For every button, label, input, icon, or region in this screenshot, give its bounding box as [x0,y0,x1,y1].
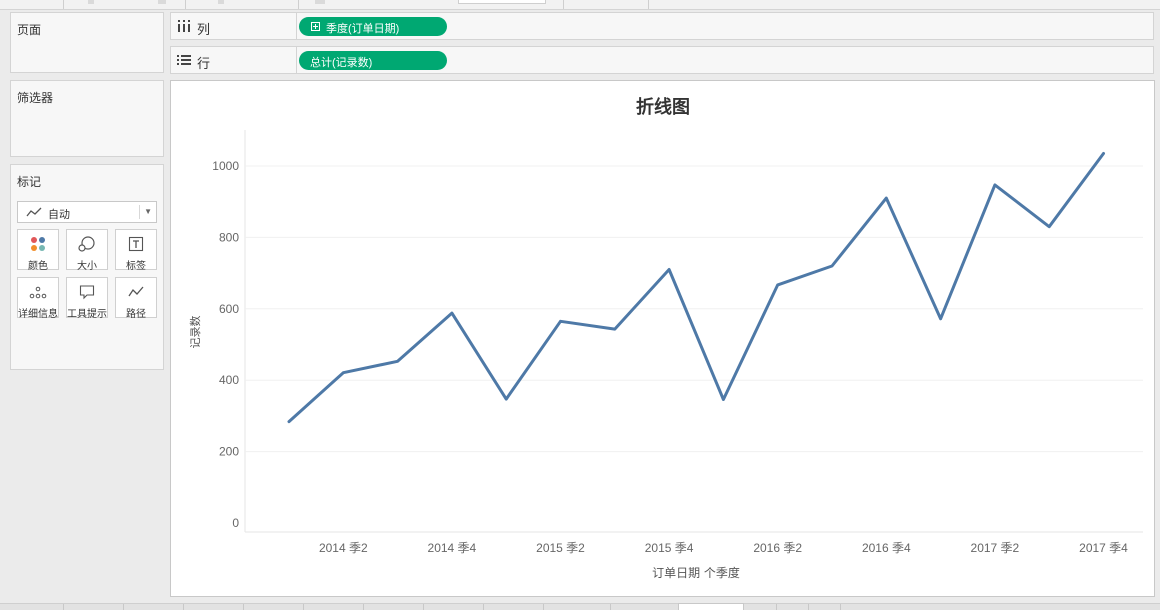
x-tick-label: 2014 季2 [319,541,368,555]
pages-title: 页面 [17,23,42,37]
label-button-label: 标签 [126,261,146,272]
rows-shelf-label: 行 [197,56,211,71]
expand-plus-icon[interactable] [311,22,320,31]
tooltip-button-label: 工具提示 [67,309,107,320]
x-tick-label: 2016 季4 [862,541,911,555]
marks-panel: 标记 自动 ▼ 颜色 大小 标签 详细信息 工具提示 路径 [10,164,164,370]
size-button[interactable]: 大小 [66,229,108,272]
toolbar-button[interactable] [315,0,325,4]
y-tick-label: 200 [219,445,239,459]
label-button[interactable]: 标签 [115,229,157,272]
x-tick-label: 2015 季4 [645,541,694,555]
path-button[interactable]: 路径 [115,277,157,320]
y-tick-label: 400 [219,373,239,387]
size-button-label: 大小 [77,261,97,272]
color-dots-icon [29,236,47,255]
tooltip-button[interactable]: 工具提示 [66,277,108,320]
toolbar-button[interactable] [218,0,224,4]
filters-panel[interactable]: 筛选器 [10,80,164,157]
line-chart: 折线图 记录数 订单日期 个季度 0 200 400 600 800 1000 2014 … [189,96,1143,580]
toolbar-button[interactable] [88,0,94,4]
toolbar-strip [0,0,1160,10]
size-icon [78,236,96,255]
filters-title: 筛选器 [17,91,54,105]
path-line-icon [128,284,144,303]
detail-dots-icon [29,284,47,303]
chart-title: 折线图 [636,96,690,118]
marks-title: 标记 [17,175,42,189]
mark-type-label: 自动 [48,209,70,221]
tooltip-icon [79,284,95,303]
x-tick-label: 2015 季2 [536,541,585,555]
series-line [287,152,1105,424]
label-t-icon [128,236,144,255]
rows-pill-text: 总计(记录数) [310,57,373,69]
x-axis-label: 订单日期 个季度 [652,565,740,580]
x-tick-label: 2014 季4 [428,541,477,555]
sum-records-pill[interactable]: 总计(记录数) [299,51,447,70]
y-tick-label: 600 [219,302,239,316]
y-tick-label: 0 [232,516,239,530]
x-tick-label: 2017 季4 [1079,541,1128,555]
columns-shelf-label: 列 [197,22,211,37]
y-tick-label: 800 [219,230,239,244]
columns-icon [177,20,191,35]
toolbar-input[interactable] [458,0,546,4]
chart-view[interactable]: 折线图 记录数 订单日期 个季度 0 200 400 600 800 1000 2014 … [170,80,1155,597]
color-button[interactable]: 颜色 [17,229,59,272]
toolbar-button[interactable] [158,0,166,4]
columns-pill-text: 季度(订单日期) [326,23,400,35]
x-tick-label: 2016 季2 [753,541,802,555]
y-axis-label: 记录数 [189,316,202,349]
detail-button[interactable]: 详细信息 [17,277,59,320]
chevron-down-icon: ▼ [144,207,152,216]
line-mark-icon [26,206,42,221]
rows-shelf[interactable]: 行 总计(记录数) [170,46,1154,74]
active-sheet-tab[interactable] [678,603,744,610]
quarter-order-date-pill[interactable]: 季度(订单日期) [299,17,447,36]
mark-type-dropdown[interactable]: 自动 ▼ [17,201,157,223]
sheet-tabs [0,603,1160,610]
color-button-label: 颜色 [28,261,48,272]
rows-icon [177,54,191,69]
detail-button-label: 详细信息 [18,309,58,320]
y-tick-label: 1000 [212,159,239,173]
x-tick-label: 2017 季2 [971,541,1020,555]
pages-panel[interactable]: 页面 [10,12,164,73]
path-button-label: 路径 [126,309,146,320]
columns-shelf[interactable]: 列 季度(订单日期) [170,12,1154,40]
